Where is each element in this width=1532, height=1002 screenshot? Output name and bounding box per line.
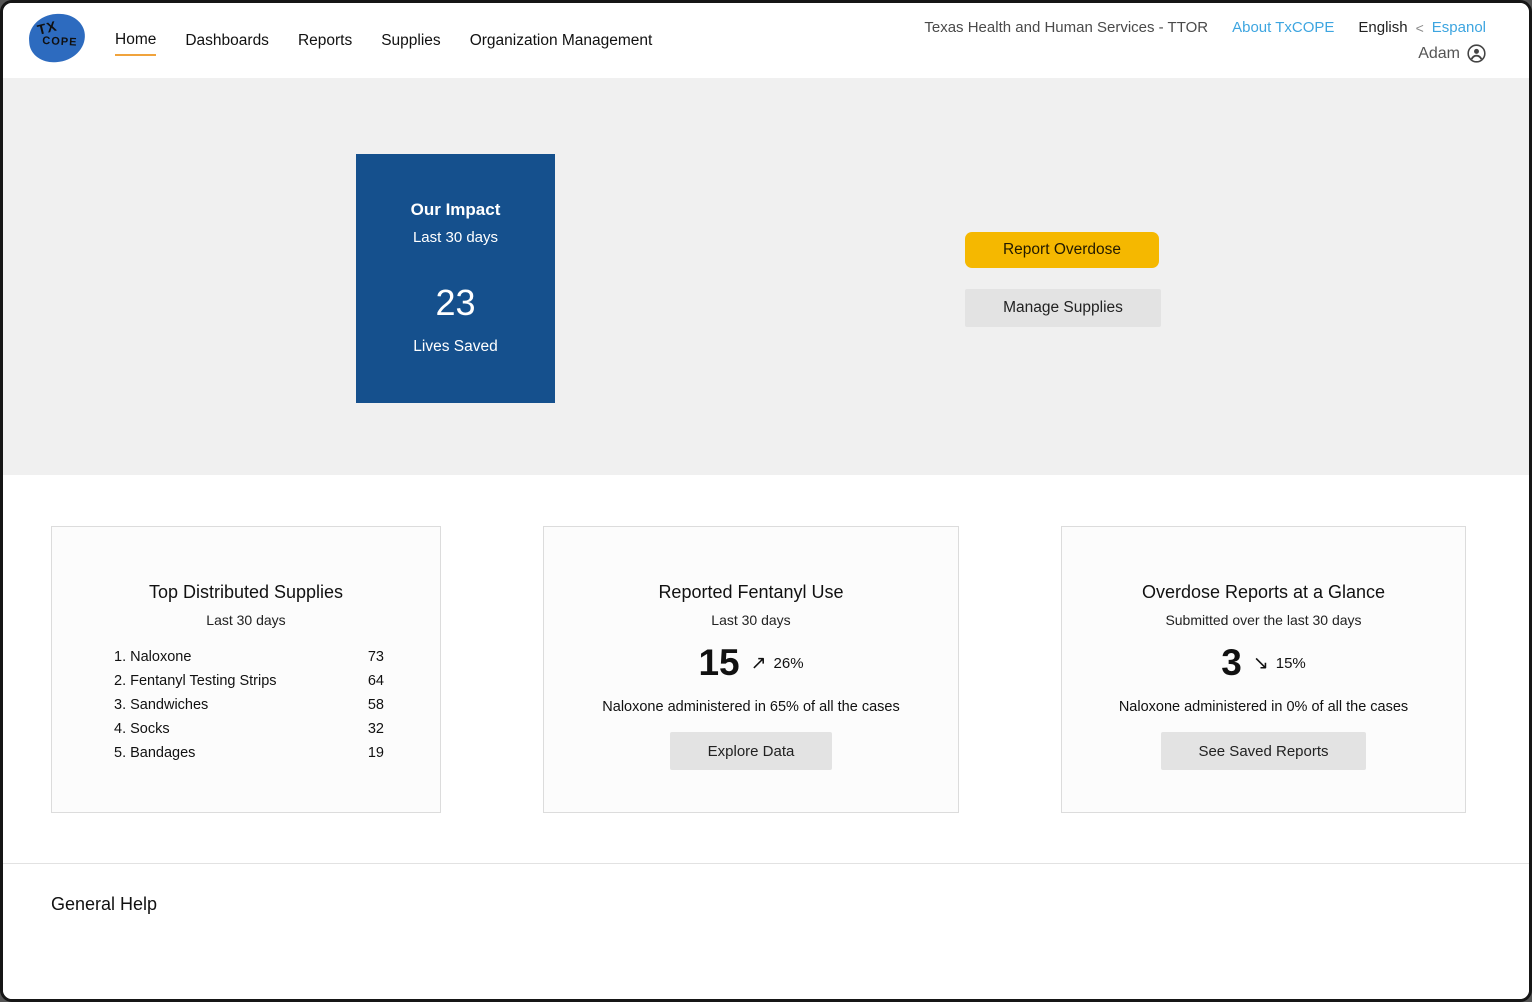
nav-item-reports[interactable]: Reports bbox=[298, 26, 352, 55]
user-menu[interactable]: Adam bbox=[1418, 44, 1486, 63]
header: TX COPE Home Dashboards Reports Supplies… bbox=[3, 3, 1529, 78]
see-saved-reports-button[interactable]: See Saved Reports bbox=[1161, 732, 1366, 770]
nav-item-dashboards[interactable]: Dashboards bbox=[185, 26, 269, 55]
report-overdose-button[interactable]: Report Overdose bbox=[965, 232, 1159, 268]
supply-name: 1. Naloxone bbox=[114, 649, 192, 665]
impact-title: Our Impact bbox=[410, 200, 501, 219]
list-item: 5. Bandages 19 bbox=[114, 741, 384, 765]
supply-count: 32 bbox=[367, 721, 384, 737]
list-item: 3. Sandwiches 58 bbox=[114, 693, 384, 717]
fentanyl-stat: 15 ↗ 26% bbox=[544, 642, 958, 684]
list-item: 2. Fentanyl Testing Strips 64 bbox=[114, 669, 384, 693]
overdose-trend-percent: 15% bbox=[1275, 654, 1306, 672]
overdose-card-title: Overdose Reports at a Glance bbox=[1141, 582, 1386, 602]
fentanyl-trend-percent: 26% bbox=[773, 654, 804, 672]
user-name: Adam bbox=[1418, 44, 1460, 62]
supply-count: 64 bbox=[367, 673, 384, 689]
account-circle-icon[interactable] bbox=[1467, 44, 1486, 63]
supplies-card-title: Top Distributed Supplies bbox=[148, 582, 344, 602]
supply-count: 19 bbox=[367, 745, 384, 761]
fentanyl-card-title: Reported Fentanyl Use bbox=[658, 582, 844, 602]
supply-name: 3. Sandwiches bbox=[114, 697, 209, 713]
txcope-logo[interactable]: TX COPE bbox=[27, 12, 87, 64]
organization-label: Texas Health and Human Services - TTOR bbox=[924, 19, 1209, 36]
explore-data-button[interactable]: Explore Data bbox=[670, 732, 832, 770]
list-item: 1. Naloxone 73 bbox=[114, 645, 384, 669]
nav-item-supplies[interactable]: Supplies bbox=[381, 26, 440, 55]
app-window: TX COPE Home Dashboards Reports Supplies… bbox=[0, 0, 1532, 1002]
supply-name: 4. Socks bbox=[114, 721, 170, 737]
language-espanol[interactable]: Espanol bbox=[1432, 19, 1486, 36]
lives-saved-label: Lives Saved bbox=[413, 338, 498, 355]
fentanyl-card-subtitle: Last 30 days bbox=[711, 612, 791, 628]
fentanyl-count: 15 bbox=[698, 642, 740, 683]
manage-supplies-button[interactable]: Manage Supplies bbox=[965, 289, 1161, 327]
supply-count: 73 bbox=[367, 649, 384, 665]
overdose-card-subtitle: Submitted over the last 30 days bbox=[1165, 612, 1362, 628]
supply-name: 5. Bandages bbox=[114, 745, 196, 761]
language-english[interactable]: English bbox=[1358, 19, 1407, 36]
supplies-card-subtitle: Last 30 days bbox=[206, 612, 286, 628]
overdose-reports-card: Overdose Reports at a Glance Submitted o… bbox=[1061, 526, 1466, 813]
overdose-stat: 3 ↘ 15% bbox=[1062, 642, 1465, 684]
general-help-link[interactable]: General Help bbox=[51, 894, 157, 915]
summary-cards-section: Top Distributed Supplies Last 30 days 1.… bbox=[3, 475, 1529, 863]
overdose-count: 3 bbox=[1221, 642, 1242, 683]
footer: General Help bbox=[3, 863, 1529, 999]
overdose-note: Naloxone administered in 0% of all the c… bbox=[1118, 699, 1409, 715]
logo-text-line2: COPE bbox=[41, 34, 78, 49]
impact-card: Our Impact Last 30 days 23 Lives Saved bbox=[356, 154, 555, 403]
impact-subtitle: Last 30 days bbox=[412, 229, 499, 246]
language-switcher: English < Espanol bbox=[1358, 19, 1486, 36]
nav-item-home[interactable]: Home bbox=[115, 25, 157, 56]
language-separator: < bbox=[1415, 19, 1424, 36]
reported-fentanyl-use-card: Reported Fentanyl Use Last 30 days 15 ↗ … bbox=[543, 526, 959, 813]
supply-name: 2. Fentanyl Testing Strips bbox=[114, 673, 277, 689]
top-distributed-supplies-card: Top Distributed Supplies Last 30 days 1.… bbox=[51, 526, 441, 813]
about-txcope-link[interactable]: About TxCOPE bbox=[1232, 19, 1334, 36]
supply-list: 1. Naloxone 73 2. Fentanyl Testing Strip… bbox=[114, 645, 384, 765]
main-nav: Home Dashboards Reports Supplies Organiz… bbox=[115, 3, 652, 78]
trend-up-icon: ↗ bbox=[750, 652, 767, 674]
list-item: 4. Socks 32 bbox=[114, 717, 384, 741]
lives-saved-count: 23 bbox=[435, 282, 476, 323]
hero-actions: Report Overdose Manage Supplies bbox=[965, 232, 1161, 327]
trend-down-icon: ↘ bbox=[1252, 652, 1269, 674]
nav-item-organization-management[interactable]: Organization Management bbox=[470, 26, 653, 55]
hero-section: Our Impact Last 30 days 23 Lives Saved R… bbox=[3, 78, 1529, 475]
header-meta: Texas Health and Human Services - TTOR A… bbox=[924, 19, 1486, 36]
supply-count: 58 bbox=[367, 697, 384, 713]
fentanyl-note: Naloxone administered in 65% of all the … bbox=[602, 699, 900, 715]
